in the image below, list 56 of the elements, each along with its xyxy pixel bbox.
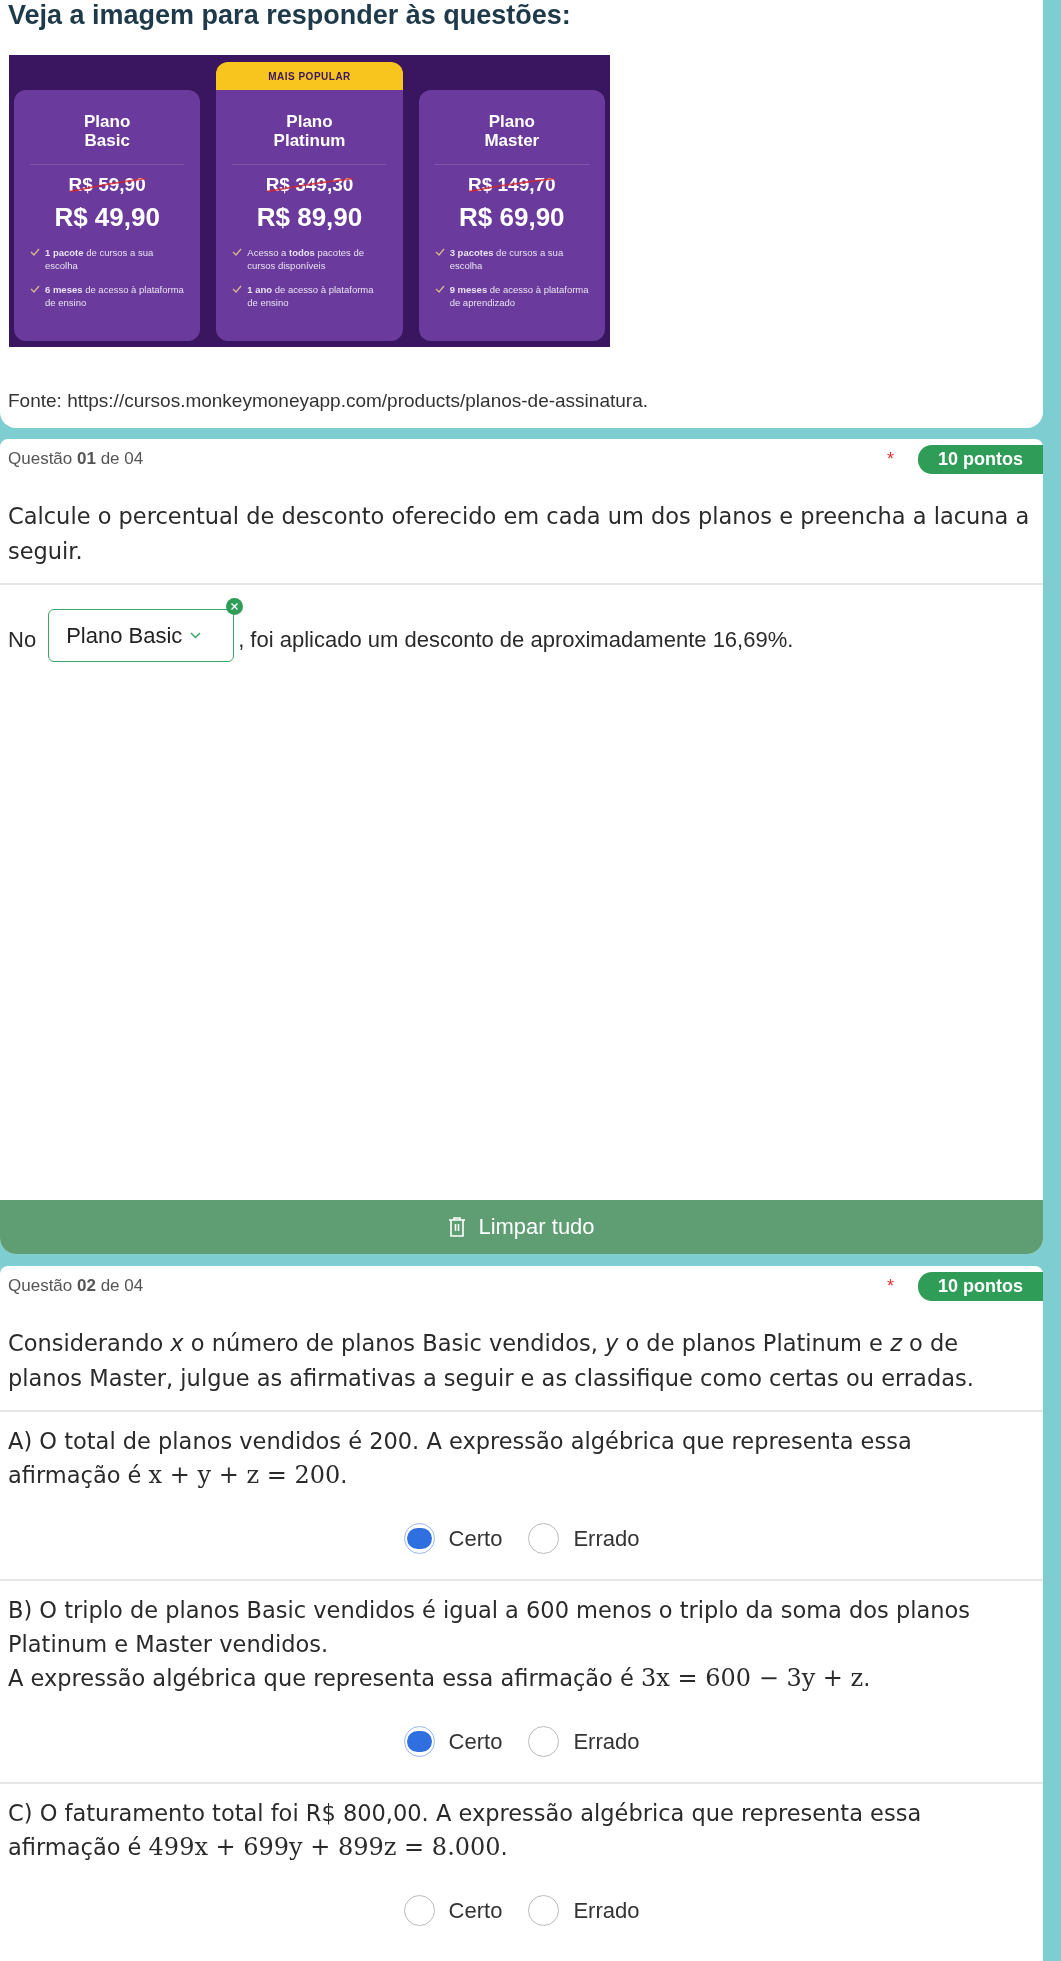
radio-option[interactable]: Certo <box>403 1893 503 1927</box>
feature-text: 9 meses de acesso à plataforma de aprendizado <box>449 282 589 309</box>
statement-text: . <box>863 1664 871 1691</box>
statement-text: . <box>500 1833 508 1860</box>
trash-icon <box>448 1216 467 1237</box>
old-price: R$ 349,30 <box>265 173 354 197</box>
radio-option[interactable]: Errado <box>528 1724 640 1758</box>
question-text: Considerando x o número de planos Basic vendidos, y o de planos Platinum e z o de planos Master, julgue as afirmativas a seguir e as classifique como certas ou erradas. <box>0 1300 1043 1412</box>
answer-text: , foi aplicado um desconto de aproximadamente 16,69%. <box>238 625 794 654</box>
plan-price: R$ 69,90 <box>459 201 565 232</box>
feature-text: 1 pacote de cursos a sua escolha <box>45 245 155 272</box>
required-mark: * <box>887 447 894 471</box>
radio-option[interactable]: Errado <box>528 1521 640 1555</box>
check-icon <box>434 284 445 293</box>
answer-dropdown[interactable]: Plano Basic <box>48 608 235 662</box>
check-icon <box>434 247 445 256</box>
math-expression: x + y + z = 200 <box>148 1460 341 1489</box>
math-expression: 499x + 699y + 899z = 8.000 <box>148 1832 501 1861</box>
statement-text: . <box>340 1461 348 1488</box>
points-badge: 10 pontos <box>918 444 1043 474</box>
answer-text: No <box>8 625 37 654</box>
feature-text: 1 ano de acesso à plataforma de ensino <box>247 282 375 309</box>
radio-option[interactable]: Certo <box>403 1724 503 1758</box>
section-title: Veja a imagem para responder às questões: <box>7 0 572 30</box>
old-price: R$ 59,90 <box>68 173 146 197</box>
chevron-icon <box>190 631 202 639</box>
popular-badge: MAIS POPULAR <box>216 62 403 90</box>
math-expression: 3x = 600 − 3y + z <box>641 1663 864 1692</box>
question-number: Questão 02 de 04 <box>8 1275 144 1298</box>
plan-name: Plano Master <box>484 112 540 150</box>
feature-text: 3 pacotes de cursos a sua escolha <box>449 245 565 272</box>
statement-text: A) O total de planos vendidos é 200. A expressão algébrica que representa essa <box>8 1427 912 1454</box>
statement-text: afirmação é <box>8 1833 143 1860</box>
old-price: R$ 149,70 <box>467 173 556 197</box>
plan-price: R$ 89,90 <box>256 201 363 232</box>
check-icon <box>30 284 40 293</box>
feature-text: Acesso a todos pacotes de cursos disponíveis <box>247 245 366 272</box>
check-icon <box>232 284 243 293</box>
question-text: Calcule o percentual de desconto oferecido em cada um dos planos e preencha a lacuna a seguir. <box>0 473 1043 585</box>
points-badge: 10 pontos <box>918 1271 1043 1301</box>
radio-option[interactable]: Certo <box>403 1521 503 1555</box>
check-icon <box>30 247 40 256</box>
clear-icon[interactable] <box>226 597 244 615</box>
plan-name: Plano Platinum <box>273 112 346 150</box>
plan-price: R$ 49,90 <box>54 201 160 232</box>
question-number: Questão 01 de 04 <box>8 448 144 471</box>
source-text: Fonte: https://cursos.monkeymoneyapp.com/products/planos-de-assinatura. <box>7 389 649 413</box>
statement-text: B) O triplo de planos Basic vendidos é igual a 600 menos o triplo da soma dos planos Platinum e Master vendidos. <box>8 1596 971 1657</box>
check-icon <box>232 247 243 256</box>
statement-text: afirmação é <box>8 1461 143 1488</box>
radio-option[interactable]: Errado <box>528 1893 640 1927</box>
feature-text: 6 meses de acesso à plataforma de ensino <box>45 282 185 309</box>
required-mark: * <box>887 1274 894 1298</box>
statement-text: A expressão algébrica que representa essa afirmação é <box>8 1664 635 1691</box>
plan-name: Plano Basic <box>84 112 131 150</box>
statement-text: C) O faturamento total foi R$ 800,00. A expressão algébrica que representa essa <box>8 1799 922 1826</box>
